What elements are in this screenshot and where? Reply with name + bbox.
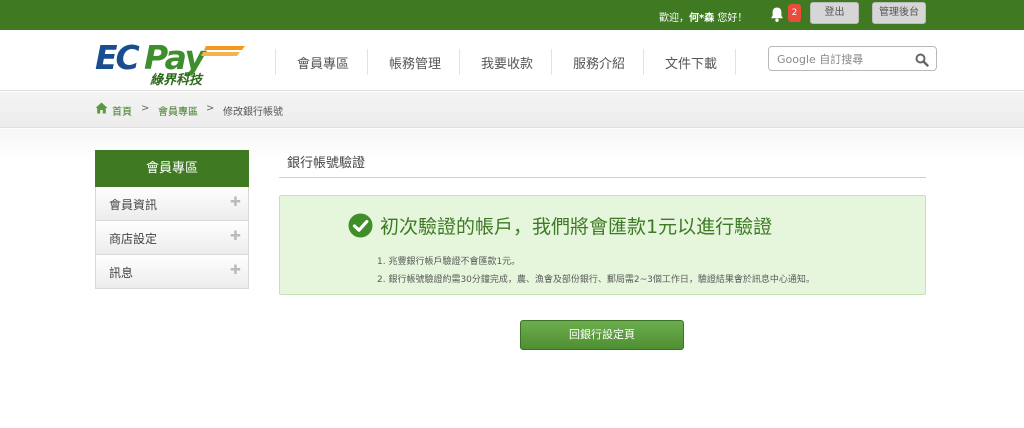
nav-divider xyxy=(459,49,460,75)
search-input[interactable] xyxy=(777,50,907,68)
nav-divider xyxy=(735,49,736,75)
plus-icon: ✚ xyxy=(230,229,241,244)
bell-icon[interactable] xyxy=(769,6,785,23)
nav-divider xyxy=(643,49,644,75)
nav-divider xyxy=(275,49,276,75)
breadcrumb-member[interactable]: 會員專區 xyxy=(158,103,198,118)
top-bar: 歡迎，何*森 您好！ 2 登出 管理後台 xyxy=(0,0,1024,30)
check-circle-icon xyxy=(348,213,373,238)
plus-icon: ✚ xyxy=(230,263,241,278)
page-title: 銀行帳號驗證 xyxy=(287,156,366,171)
breadcrumb-current: 修改銀行帳號 xyxy=(223,107,283,118)
logout-button[interactable]: 登出 xyxy=(810,2,859,24)
nav-services[interactable]: 服務介紹 xyxy=(573,53,625,72)
sidebar-item-label: 商店設定 xyxy=(109,232,158,246)
nav-payments[interactable]: 我要收款 xyxy=(481,53,533,72)
user-name: 何*森 xyxy=(689,13,715,24)
sidebar-item-member-info[interactable]: 會員資訊 ✚ xyxy=(95,187,249,221)
notice-item: 1. 兆豐銀行帳戶驗證不會匯款1元。 xyxy=(377,257,521,267)
breadcrumb-separator: > xyxy=(206,103,215,114)
notice-item: 2. 銀行帳號驗證約需30分鐘完成，農、漁會及部份銀行、郵局需2~3個工作日，驗… xyxy=(377,275,815,285)
nav-member[interactable]: 會員專區 xyxy=(297,53,349,72)
breadcrumb-home[interactable]: 首頁 xyxy=(112,103,132,118)
breadcrumb: 首頁 > 會員專區 > 修改銀行帳號 xyxy=(0,92,1024,128)
ecpay-logo[interactable]: EC Pay 綠界科技 xyxy=(94,38,246,88)
nav-downloads[interactable]: 文件下載 xyxy=(665,53,717,72)
logo-subtitle: 綠界科技 xyxy=(150,72,204,88)
sidebar-item-label: 訊息 xyxy=(109,266,134,280)
search-icon[interactable] xyxy=(915,53,929,67)
sidebar-title: 會員專區 xyxy=(95,150,249,187)
admin-button[interactable]: 管理後台 xyxy=(872,2,926,24)
home-icon[interactable] xyxy=(95,102,108,114)
svg-text:Pay: Pay xyxy=(144,38,207,77)
welcome-suffix: 您好！ xyxy=(714,13,748,24)
welcome-prefix: 歡迎， xyxy=(659,13,689,24)
notification-badge[interactable]: 2 xyxy=(788,4,801,22)
notice-heading: 初次驗證的帳戶，我們將會匯款1元以進行驗證 xyxy=(380,216,773,238)
sidebar-item-messages[interactable]: 訊息 ✚ xyxy=(95,255,249,289)
search-box xyxy=(768,46,937,71)
nav-divider xyxy=(551,49,552,75)
title-divider xyxy=(279,177,926,178)
nav-accounting[interactable]: 帳務管理 xyxy=(389,53,441,72)
welcome-message: 歡迎，何*森 您好！ xyxy=(659,9,747,24)
sidebar-item-label: 會員資訊 xyxy=(109,198,158,212)
breadcrumb-separator: > xyxy=(141,103,150,114)
sidebar-item-store-settings[interactable]: 商店設定 ✚ xyxy=(95,221,249,255)
header: EC Pay 綠界科技 會員專區 帳務管理 我要收款 服務介紹 文件下載 xyxy=(0,30,1024,91)
verification-notice: 初次驗證的帳戶，我們將會匯款1元以進行驗證 1. 兆豐銀行帳戶驗證不會匯款1元。… xyxy=(279,195,926,295)
back-to-bank-settings-button[interactable]: 回銀行設定頁 xyxy=(520,320,684,350)
nav-divider xyxy=(367,49,368,75)
svg-text:EC: EC xyxy=(95,38,140,77)
plus-icon: ✚ xyxy=(230,195,241,210)
